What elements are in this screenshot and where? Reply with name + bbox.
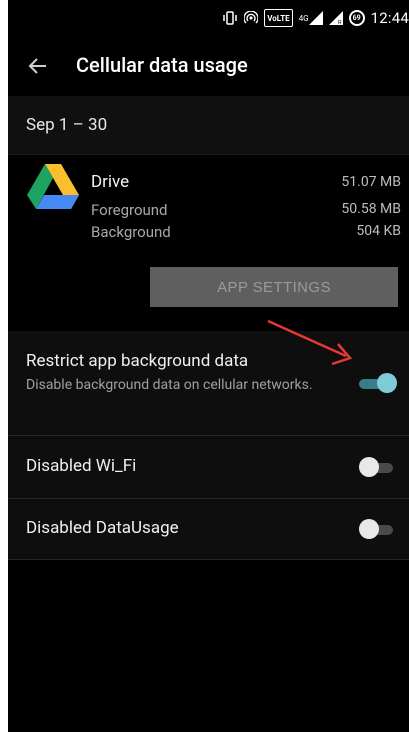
background-label: Background [91,223,171,241]
google-drive-icon [27,164,79,209]
clock: 12:44 [370,9,409,27]
vibrate-icon [222,10,238,26]
app-usage-details: Drive 51.07 MB Foreground 50.58 MB Backg… [8,154,409,332]
volte-icon: VoLTE [264,9,293,27]
disabled-datausage-toggle[interactable] [359,519,397,539]
annotation-arrow-icon [267,319,353,366]
period-label: Sep 1 – 30 [26,115,108,135]
status-icons: VoLTE 4G R 69 12:44 [222,0,409,36]
disabled-wifi-title: Disabled Wi_Fi [26,456,137,476]
toggle-thumb [359,519,379,539]
disabled-datausage-title: Disabled DataUsage [26,518,179,538]
network-type-label: 4G [298,13,309,23]
restrict-background-data-toggle[interactable] [359,373,397,393]
phone-screen: VoLTE 4G R 69 12:44 Cellular data usage … [8,0,409,732]
foreground-label: Foreground [91,201,168,219]
app-settings-button[interactable]: APP SETTINGS [150,267,398,307]
foreground-value: 50.58 MB [341,201,401,217]
disabled-wifi-row[interactable]: Disabled Wi_Fi [8,436,409,499]
app-name: Drive [91,172,130,192]
usage-period[interactable]: Sep 1 – 30 [8,96,409,154]
arrow-left-icon [28,58,46,74]
signal-r-icon: R [328,10,343,26]
signal-4g-icon: 4G [299,10,323,26]
toggle-thumb [359,457,379,477]
app-total-usage: 51.07 MB [341,174,401,190]
back-button[interactable] [26,54,50,78]
restrict-background-data-title: Restrict app background data [26,351,249,371]
disabled-wifi-toggle[interactable] [359,457,397,477]
status-bar: VoLTE 4G R 69 12:44 [8,0,409,36]
disabled-datausage-row[interactable]: Disabled DataUsage [8,499,409,560]
restrict-background-data-subtitle: Disable background data on cellular netw… [26,377,313,393]
toggle-thumb [377,373,397,393]
empty-area [8,560,409,732]
hotspot-icon [244,10,259,26]
background-value: 504 KB [356,223,401,239]
svg-text:R: R [338,20,342,25]
app-bar: Cellular data usage [8,36,409,96]
battery-icon: 69 [348,10,365,26]
page-title: Cellular data usage [76,53,248,77]
